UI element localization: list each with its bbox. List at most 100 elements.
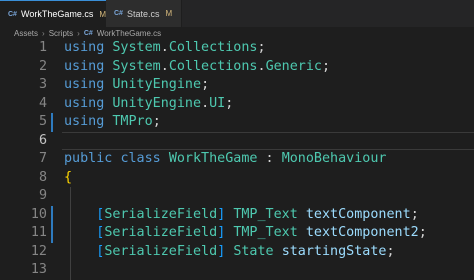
code-line[interactable]: 7 public class WorkTheGame : MonoBehaviou… — [0, 150, 474, 169]
code-line[interactable]: 10 [SerializeField] TMP_Text textCompone… — [0, 205, 474, 225]
csharp-file-icon: C# — [114, 10, 123, 17]
line-number: 9 — [38, 188, 47, 203]
tab-state[interactable]: C# State.cs M — [106, 0, 182, 27]
code-token: WorkTheGame — [168, 151, 258, 166]
code-token: ; — [257, 40, 266, 55]
code-token: using — [64, 77, 105, 92]
code-token: . — [201, 95, 210, 111]
code-token: Collections — [168, 58, 258, 74]
code-token: UnityEngine — [112, 95, 202, 111]
code-token: ; — [418, 225, 427, 240]
csharp-file-icon: C# — [8, 10, 17, 18]
modified-line-marker — [51, 113, 53, 132]
line-number: 3 — [38, 77, 47, 92]
code-editor[interactable]: 1 using System.Collections; 2 using System.… — [0, 38, 474, 280]
code-token: startingState — [281, 243, 387, 259]
code-token: System — [112, 58, 161, 74]
code-token: ; — [410, 206, 419, 222]
code-token: { — [64, 169, 73, 185]
code-text: public class WorkTheGame : MonoBehaviour — [64, 150, 387, 169]
code-token: class — [120, 151, 161, 166]
line-number: 11 — [30, 225, 47, 240]
code-text: using UnityEngine.UI; — [64, 95, 233, 114]
editor-tab-bar: C# WorkTheGame.cs M × C# State.cs M — [0, 0, 474, 27]
code-token: public — [64, 151, 113, 166]
code-token: ; — [322, 58, 331, 74]
current-line-highlight — [62, 131, 474, 150]
breadcrumb-item-file[interactable]: WorkTheGame.cs — [97, 29, 161, 38]
code-line[interactable]: 9 — [0, 187, 474, 206]
code-token: . — [160, 40, 169, 55]
code-line[interactable]: 2 using System.Collections.Generic; — [0, 58, 474, 77]
breadcrumb-separator: › — [77, 29, 80, 38]
code-token: . — [257, 58, 266, 74]
code-token: Generic — [265, 58, 322, 74]
code-text: using System.Collections.Generic; — [64, 58, 330, 77]
modified-line-marker — [51, 224, 53, 243]
csharp-file-icon: C# — [83, 30, 93, 37]
code-token: SerializeField — [104, 225, 218, 240]
line-number: 10 — [30, 206, 47, 222]
code-token: TMP_Text — [233, 225, 298, 240]
breadcrumb-item-assets[interactable]: Assets — [14, 29, 38, 38]
code-token: System — [112, 40, 161, 55]
line-number: 13 — [30, 262, 47, 277]
line-number: 7 — [38, 151, 47, 166]
code-token: UI — [209, 95, 226, 111]
code-text: using System.Collections; — [64, 39, 266, 58]
code-text: [SerializeField] TMP_Text textComponent; — [64, 206, 419, 225]
line-number: 2 — [38, 58, 47, 74]
code-line[interactable]: 8{ — [0, 169, 474, 188]
code-token: using — [64, 114, 105, 129]
modified-line-marker — [51, 205, 53, 224]
code-token: . — [160, 58, 169, 74]
breadcrumb-separator: › — [42, 29, 45, 38]
code-line[interactable]: 3 using UnityEngine; — [0, 76, 474, 95]
line-number: 1 — [38, 40, 47, 55]
tab-workthegame[interactable]: C# WorkTheGame.cs M × — [0, 0, 118, 27]
code-line[interactable]: 11 [SerializeField] TMP_Text textCompone… — [0, 224, 474, 243]
code-token: using — [64, 40, 105, 55]
code-line[interactable]: 6 — [0, 131, 474, 150]
code-line[interactable]: 5 using TMPro; — [0, 113, 474, 132]
code-text: using TMPro; — [64, 113, 161, 132]
code-token: State — [233, 243, 274, 259]
breadcrumb-item-scripts[interactable]: Scripts — [49, 29, 73, 38]
modified-badge: M — [165, 9, 173, 18]
code-token: textComponent2 — [305, 225, 419, 240]
code-token: TMP_Text — [233, 206, 298, 222]
code-token: TMPro — [112, 114, 153, 129]
code-line[interactable]: 4 using UnityEngine.UI; — [0, 95, 474, 114]
code-text: { — [64, 169, 72, 188]
code-line[interactable]: 1 using System.Collections; — [0, 39, 474, 58]
line-number: 5 — [38, 114, 47, 129]
line-number: 6 — [38, 132, 47, 148]
code-line[interactable]: 13 — [0, 261, 474, 280]
code-text: [SerializeField] State startingState; — [64, 243, 395, 262]
code-token: Collections — [168, 40, 258, 55]
code-token: SerializeField — [104, 243, 218, 259]
indent-guide — [70, 187, 71, 280]
code-token: ; — [201, 77, 210, 92]
code-token: textComponent — [305, 206, 411, 222]
tab-label: State.cs — [127, 8, 160, 19]
code-token: UnityEngine — [112, 77, 202, 92]
code-token: MonoBehaviour — [281, 151, 387, 166]
code-token: : — [257, 151, 282, 166]
code-token: using — [64, 58, 105, 74]
code-token: ; — [225, 95, 234, 111]
code-token: ; — [386, 243, 395, 259]
code-text: [SerializeField] TMP_Text textComponent2… — [64, 224, 427, 243]
line-number: 12 — [30, 243, 47, 259]
code-line[interactable]: 12 [SerializeField] State startingState; — [0, 243, 474, 262]
tab-label: WorkTheGame.cs — [21, 9, 94, 19]
code-token: SerializeField — [104, 206, 218, 222]
code-text: using UnityEngine; — [64, 76, 209, 95]
